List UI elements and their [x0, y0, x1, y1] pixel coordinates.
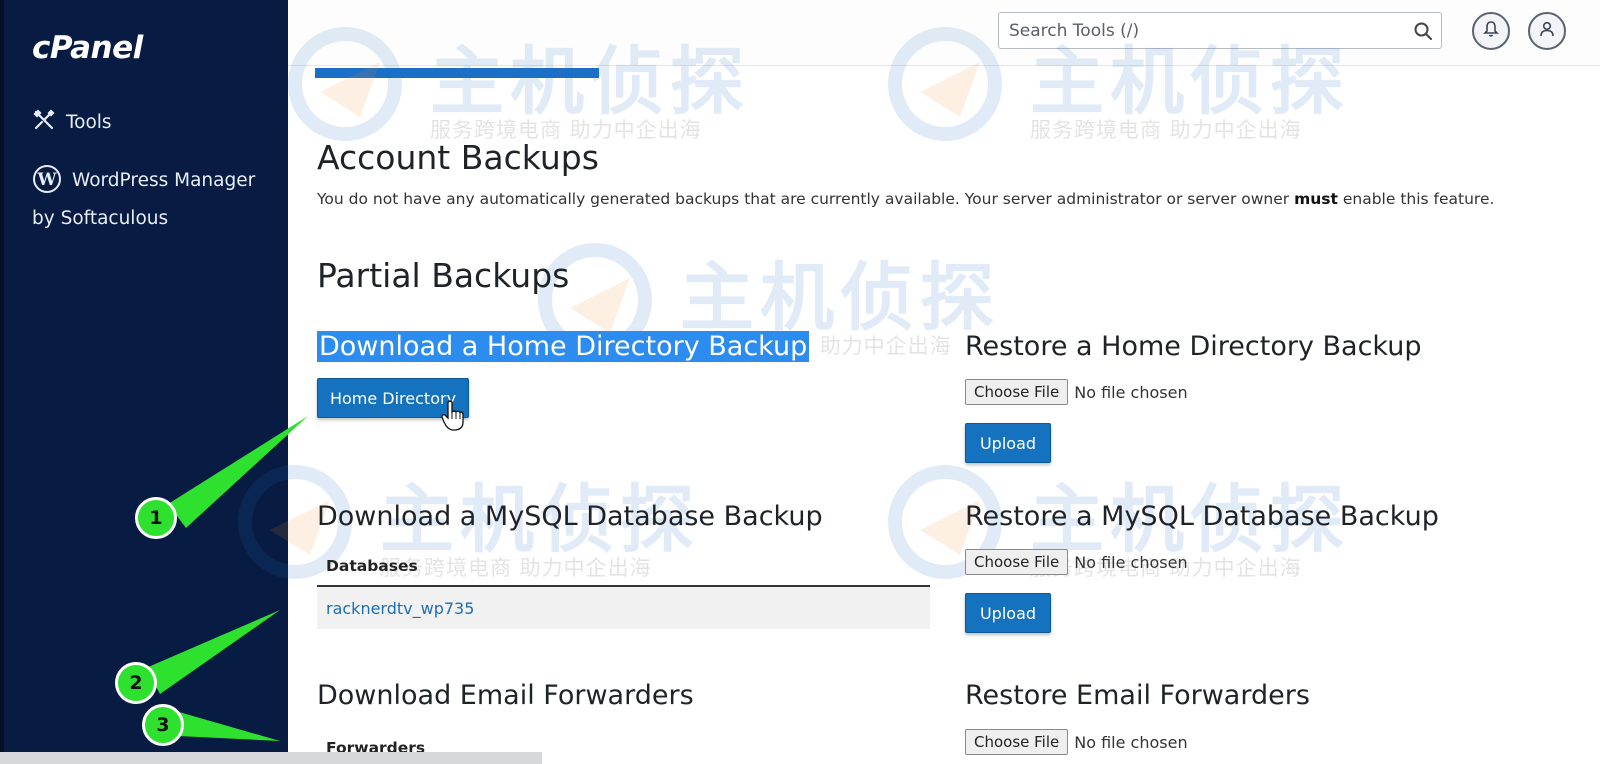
- annotation-arrows: [146, 416, 308, 741]
- browser-status-bar: [0, 752, 542, 764]
- annotation-arrow-1: [168, 416, 308, 528]
- annotation-badge-1: 1: [135, 497, 177, 539]
- annotation-arrow-3: [172, 710, 280, 741]
- annotation-arrow-2: [146, 610, 280, 694]
- annotation-badge-2: 2: [115, 662, 157, 704]
- annotation-badge-3: 3: [142, 704, 184, 746]
